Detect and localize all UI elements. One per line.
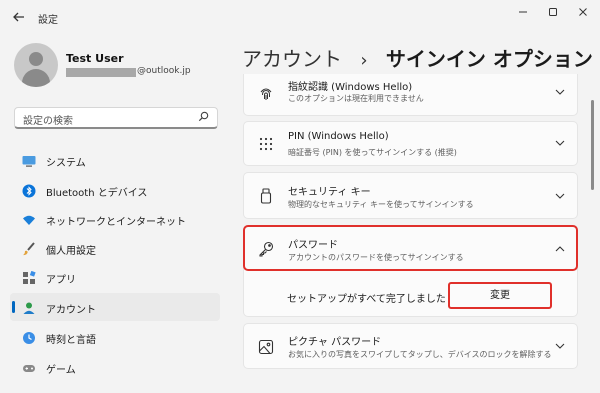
sidebar-item-label: ネットワークとインターネット (46, 217, 186, 228)
chevron-down-icon[interactable] (555, 87, 565, 98)
user-email-domain: @outlook.jp (137, 66, 191, 76)
option-description: このオプションは現在利用できません (288, 94, 424, 103)
sidebar-item-label: ゲーム (46, 365, 76, 376)
option-picture-password[interactable]: ピクチャ パスワード お気に入りの写真をスワイプしてタップし、デバイスのロックを… (243, 323, 578, 369)
close-button[interactable] (572, 5, 594, 23)
breadcrumb-current: サインイン オプション (385, 47, 593, 71)
sidebar-item-label: Bluetooth とデバイス (46, 188, 148, 199)
option-security-key[interactable]: セキュリティ キー 物理的なセキュリティ キーを使ってサインインする (243, 172, 578, 219)
change-password-button[interactable]: 変更 (448, 282, 552, 309)
chevron-down-icon[interactable] (555, 138, 565, 149)
globe-clock-icon (22, 330, 36, 344)
monitor-icon (22, 153, 36, 167)
chevron-down-icon[interactable] (555, 191, 565, 202)
maximize-button[interactable] (542, 5, 564, 23)
option-description: アカウントのパスワードを使ってサインインする (288, 253, 464, 262)
page-title: アカウント › サインイン オプション (242, 43, 593, 72)
sidebar-item-label: アプリ (46, 275, 76, 286)
apps-icon (22, 270, 36, 284)
email-redaction (66, 68, 136, 77)
option-description: 暗証番号 (PIN) を使ってサインインする (推奨) (288, 148, 457, 157)
sidebar-item-label: 時刻と言語 (46, 335, 96, 346)
key-icon (258, 241, 274, 257)
wifi-icon (22, 212, 36, 226)
option-title: PIN (Windows Hello) (288, 131, 389, 142)
sidebar-item-label: システム (46, 158, 86, 169)
back-arrow-icon[interactable] (12, 10, 28, 26)
option-title: ピクチャ パスワード (288, 337, 382, 348)
sidebar-item-accounts[interactable]: アカウント (10, 293, 220, 321)
option-title: 指紋認識 (Windows Hello) (288, 82, 413, 93)
option-description: お気に入りの写真をスワイプしてタップし、デバイスのロックを解除する (288, 350, 552, 359)
sidebar-item-apps[interactable]: アプリ (10, 263, 220, 291)
bluetooth-icon (22, 183, 36, 198)
selected-indicator (12, 301, 15, 313)
pin-keypad-icon (258, 136, 274, 152)
option-pin[interactable]: PIN (Windows Hello) 暗証番号 (PIN) を使ってサインイン… (243, 121, 578, 166)
search-icon[interactable] (198, 111, 209, 125)
avatar-head (29, 52, 43, 66)
user-name: Test User (66, 52, 124, 65)
breadcrumb-separator: › (360, 50, 368, 71)
option-password[interactable]: パスワード アカウントのパスワードを使ってサインインする (243, 225, 578, 271)
usb-key-icon (258, 188, 274, 204)
option-title: セキュリティ キー (288, 187, 371, 198)
sidebar-item-network[interactable]: ネットワークとインターネット (10, 205, 220, 233)
title-bar: 設定 (0, 0, 600, 36)
sidebar-item-time-language[interactable]: 時刻と言語 (10, 323, 220, 351)
search-placeholder: 設定の検索 (23, 116, 73, 127)
picture-icon (258, 339, 274, 355)
sidebar-item-bluetooth[interactable]: Bluetooth とデバイス (10, 176, 220, 204)
settings-window: 設定 Test User @outlook.jp 設定の検索 システム Blue… (0, 0, 600, 393)
minimize-button[interactable] (512, 5, 534, 23)
gamepad-icon (22, 360, 36, 374)
option-title: パスワード (288, 240, 338, 251)
paintbrush-icon (22, 241, 36, 256)
option-fingerprint[interactable]: 指紋認識 (Windows Hello) このオプションは現在利用できません (243, 74, 578, 116)
app-title: 設定 (38, 15, 58, 26)
chevron-up-icon[interactable] (555, 244, 565, 255)
breadcrumb-accounts[interactable]: アカウント (242, 47, 342, 71)
scrollbar[interactable] (591, 100, 594, 190)
fingerprint-icon (258, 86, 274, 102)
sidebar-item-personalization[interactable]: 個人用設定 (10, 234, 220, 262)
password-status: セットアップがすべて完了しました (287, 294, 446, 305)
person-icon (22, 300, 36, 314)
avatar (14, 43, 58, 87)
sidebar-item-gaming[interactable]: ゲーム (10, 353, 220, 381)
sidebar-item-label: アカウント (46, 305, 96, 316)
sidebar-item-system[interactable]: システム (10, 146, 220, 174)
option-description: 物理的なセキュリティ キーを使ってサインインする (288, 200, 474, 209)
chevron-down-icon[interactable] (555, 341, 565, 352)
sidebar-item-label: 個人用設定 (46, 246, 96, 257)
avatar-body (22, 69, 50, 87)
search-input[interactable]: 設定の検索 (14, 107, 218, 129)
